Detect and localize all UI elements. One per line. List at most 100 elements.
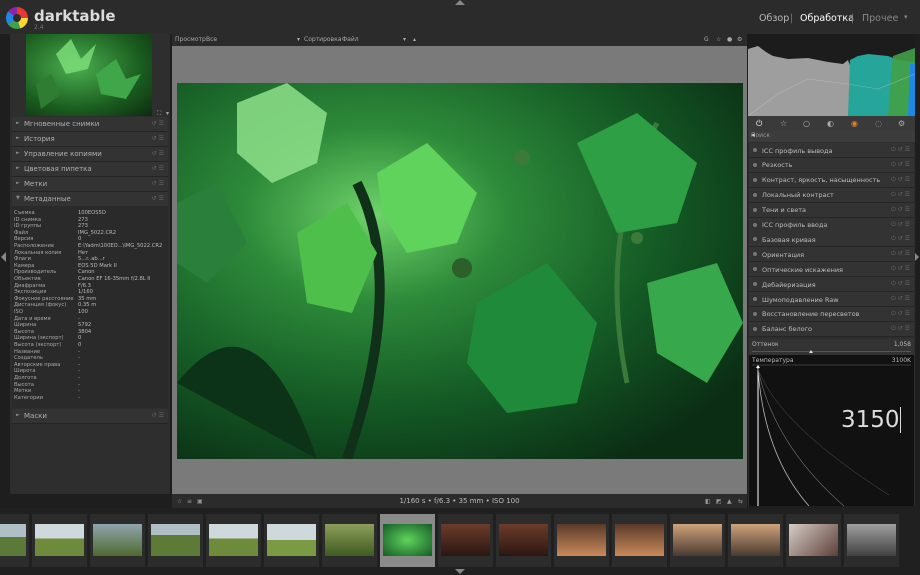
softproof-icon[interactable]: ◩: [716, 498, 722, 505]
sort-dropdown[interactable]: Файл ▾: [342, 36, 406, 43]
module-enable-icon[interactable]: [753, 148, 757, 152]
overexposed-icon[interactable]: ◧: [705, 498, 711, 505]
effects-group-icon[interactable]: ⚙: [898, 119, 905, 128]
module-controls-icon[interactable]: ⏻ ↺ ☰: [891, 161, 910, 169]
clear-search-icon[interactable]: ◂: [751, 131, 912, 139]
module-enable-icon[interactable]: [753, 252, 757, 257]
processing-module[interactable]: ICC профиль вывода ⏻ ↺ ☰: [749, 143, 914, 158]
gamut-check-icon[interactable]: ▲: [727, 498, 732, 505]
color-label-icon[interactable]: ●: [727, 36, 732, 43]
collapse-left-arrow-icon[interactable]: [1, 252, 6, 262]
main-photo[interactable]: [177, 83, 743, 459]
filmstrip-thumbnail[interactable]: [264, 514, 319, 567]
filmstrip-thumbnail[interactable]: [380, 514, 435, 567]
module-enable-icon[interactable]: [753, 267, 757, 272]
module-controls-icon[interactable]: ⏻ ↺ ☰: [891, 280, 910, 288]
collapse-top-arrow-icon[interactable]: [455, 0, 465, 5]
processing-module[interactable]: Базовая кривая ⏻ ↺ ☰: [749, 232, 914, 248]
processing-module[interactable]: ICC профиль ввода ⏻ ↺ ☰: [749, 217, 914, 233]
module-controls-icon[interactable]: ⏻ ↺ ☰: [891, 146, 910, 154]
module-snapshots[interactable]: ► Мгновенные снимки ↺ ☰: [12, 117, 168, 132]
module-enable-icon[interactable]: [753, 207, 757, 212]
filmstrip-thumbnail[interactable]: [322, 514, 377, 567]
processing-module[interactable]: Контраст, яркость, насыщенность ⏻ ↺ ☰: [749, 172, 914, 188]
filmstrip-thumbnail[interactable]: [32, 514, 87, 567]
reset-icon[interactable]: ↺ ☰: [152, 150, 164, 157]
tint-slider[interactable]: Оттенок 1,058: [749, 339, 914, 355]
tint-slider-handle[interactable]: [809, 350, 813, 353]
star-icon[interactable]: ☆: [716, 36, 721, 43]
filmstrip-thumbnail[interactable]: [496, 514, 551, 567]
filmstrip-thumbnail[interactable]: [148, 514, 203, 567]
module-controls-icon[interactable]: ⏻ ↺ ☰: [891, 206, 910, 214]
module-controls-icon[interactable]: ⏻ ↺ ☰: [891, 250, 910, 258]
module-enable-icon[interactable]: [753, 282, 757, 287]
processing-module[interactable]: Тени и света ⏻ ↺ ☰: [749, 202, 914, 218]
reset-icon[interactable]: ↺ ☰: [152, 165, 164, 172]
filmstrip-thumbnail[interactable]: [90, 514, 145, 567]
filmstrip-thumbnail[interactable]: [554, 514, 609, 567]
module-enable-icon[interactable]: [753, 222, 757, 227]
filmstrip-thumbnail[interactable]: [0, 514, 29, 567]
processing-module[interactable]: Локальный контраст ⏻ ↺ ☰: [749, 187, 914, 203]
module-controls-icon[interactable]: ⏻ ↺ ☰: [891, 176, 910, 184]
module-enable-icon[interactable]: [753, 237, 757, 242]
module-tags[interactable]: ► Метки ↺ ☰: [12, 177, 168, 192]
histogram[interactable]: [748, 34, 915, 116]
reset-icon[interactable]: ↺ ☰: [152, 195, 164, 202]
tint-slider-track[interactable]: [752, 351, 911, 352]
tone-group-icon[interactable]: ◐: [827, 119, 834, 128]
sort-order-icon[interactable]: ▴: [413, 36, 416, 43]
processing-module[interactable]: Шумоподавление Raw ⏻ ↺ ☰: [749, 292, 914, 307]
reset-icon[interactable]: ↺ ☰: [152, 412, 164, 419]
module-enable-icon[interactable]: [753, 162, 757, 167]
module-enable-icon[interactable]: [753, 192, 757, 197]
preview-filter-dropdown[interactable]: Все ▾: [206, 36, 300, 43]
processing-module[interactable]: Дебайеризация ⏻ ↺ ☰: [749, 277, 914, 293]
processing-module[interactable]: Баланс белого ⏻ ↺ ☰: [749, 321, 914, 337]
module-controls-icon[interactable]: ⏻ ↺ ☰: [891, 221, 910, 229]
processing-module[interactable]: Восстановление пересветов ⏻ ↺ ☰: [749, 306, 914, 322]
filmstrip-thumbnail[interactable]: [844, 514, 899, 567]
filmstrip-thumbnail[interactable]: [670, 514, 725, 567]
module-search-input[interactable]: Поиск ◂: [748, 131, 915, 142]
filmstrip-thumbnail[interactable]: [728, 514, 783, 567]
grouping-icon[interactable]: G: [704, 36, 709, 43]
reset-icon[interactable]: ↺ ☰: [152, 135, 164, 142]
reset-icon[interactable]: ↺ ☰: [152, 120, 164, 127]
module-controls-icon[interactable]: ⏻ ↺ ☰: [891, 310, 910, 318]
correct-group-icon[interactable]: ◌: [875, 119, 882, 128]
processing-module[interactable]: Оптические искажения ⏻ ↺ ☰: [749, 262, 914, 278]
module-enable-icon[interactable]: [753, 311, 757, 316]
settings-gear-icon[interactable]: ⚙: [737, 36, 742, 43]
display-profile-icon[interactable]: ⇆: [738, 498, 743, 505]
processing-module[interactable]: Ориентация ⏻ ↺ ☰: [749, 247, 914, 263]
module-enable-icon[interactable]: [753, 297, 757, 301]
module-metadata[interactable]: ▼ Метаданные ↺ ☰: [12, 192, 168, 207]
module-controls-icon[interactable]: ⏻ ↺ ☰: [891, 191, 910, 199]
processing-module[interactable]: Резкость ⏻ ↺ ☰: [749, 157, 914, 173]
module-history[interactable]: ► История ↺ ☰: [12, 132, 168, 147]
reset-icon[interactable]: ↺ ☰: [152, 180, 164, 187]
module-controls-icon[interactable]: ⏻ ↺ ☰: [891, 295, 910, 303]
module-enable-icon[interactable]: [753, 177, 757, 182]
navigation-thumbnail[interactable]: [26, 34, 152, 116]
collapse-bottom-arrow-icon[interactable]: [455, 569, 465, 574]
module-controls-icon[interactable]: ⏻ ↺ ☰: [891, 265, 910, 273]
views-dropdown-icon[interactable]: ▾: [904, 13, 908, 21]
favorites-icon[interactable]: ☆: [780, 119, 787, 128]
color-group-icon[interactable]: ◉: [851, 119, 858, 128]
module-controls-icon[interactable]: ⏻ ↺ ☰: [891, 235, 910, 243]
filmstrip-thumbnail[interactable]: [786, 514, 841, 567]
temperature-input-value[interactable]: 3150: [841, 407, 900, 433]
module-color-picker[interactable]: ► Цветовая пипетка ↺ ☰: [12, 162, 168, 177]
view-darkroom[interactable]: Обработка: [800, 13, 854, 24]
module-enable-icon[interactable]: [753, 326, 757, 331]
module-masks[interactable]: ► Маски ↺ ☰: [12, 409, 168, 424]
temperature-slider-popup[interactable]: Температура 3100K 3150: [749, 355, 914, 506]
basic-group-icon[interactable]: ○: [803, 119, 810, 128]
view-other[interactable]: Прочее: [862, 13, 898, 24]
zoom-dropdown-icon[interactable]: ▾: [166, 110, 169, 117]
filmstrip-thumbnail[interactable]: [206, 514, 261, 567]
filmstrip-thumbnail[interactable]: [438, 514, 493, 567]
